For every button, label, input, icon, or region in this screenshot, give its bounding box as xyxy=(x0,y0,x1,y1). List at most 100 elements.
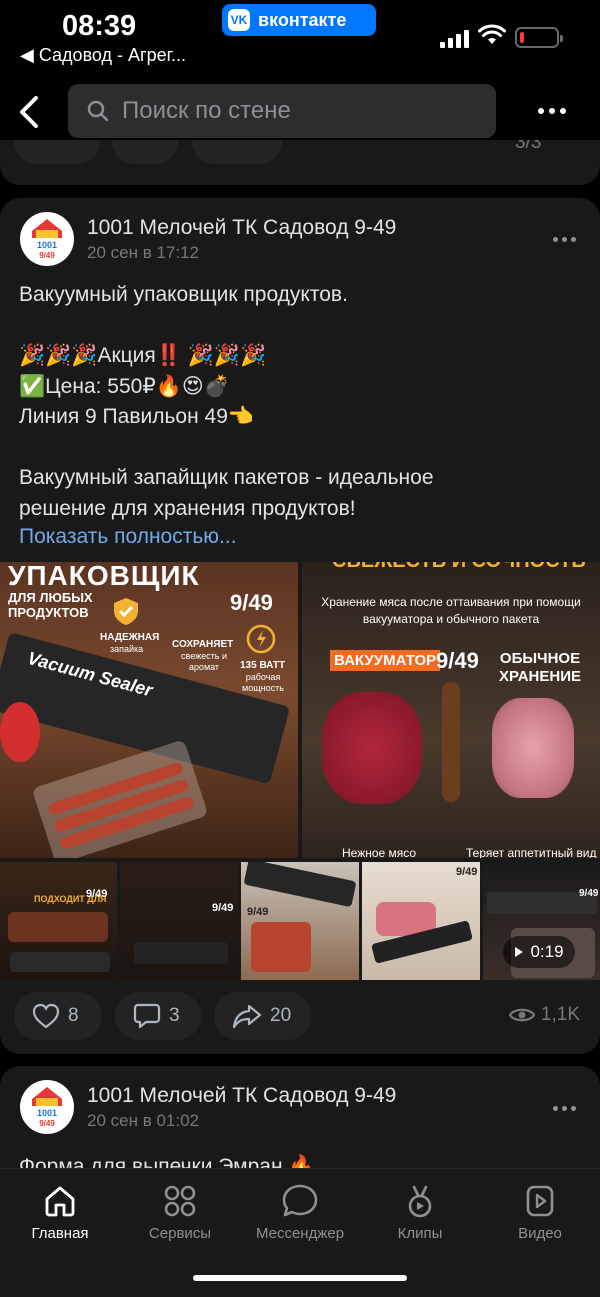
device-brand: Vacuum Sealer xyxy=(25,647,155,701)
wall-post: 1001 9/49 1001 Мелочей ТК Садовод 9-49 2… xyxy=(0,198,600,1054)
post-date[interactable]: 20 сен в 17:12 xyxy=(87,243,199,263)
tab-messenger-label: Мессенджер xyxy=(255,1225,345,1242)
video-duration-badge: 0:19 xyxy=(503,936,575,968)
home-icon xyxy=(45,1186,75,1217)
thumb-badge: 9/49 xyxy=(456,866,478,878)
tab-video[interactable]: Видео xyxy=(485,1183,595,1242)
show-more-link[interactable]: Показать полностью... xyxy=(19,525,237,549)
tab-home-label: Главная xyxy=(31,1225,89,1242)
home-indicator[interactable] xyxy=(193,1275,407,1281)
post-menu-icon[interactable] xyxy=(553,237,576,242)
avatar[interactable]: 1001 9/49 xyxy=(20,1080,74,1134)
avatar[interactable]: 1001 9/49 xyxy=(20,212,74,266)
photo-badge: 9/49 xyxy=(436,648,479,673)
comment-icon xyxy=(133,1003,161,1029)
video-duration: 0:19 xyxy=(530,942,564,961)
play-icon xyxy=(515,947,524,957)
post-author[interactable]: 1001 Мелочей ТК Садовод 9-49 xyxy=(87,1084,396,1108)
comments-count: 3 xyxy=(169,1005,180,1026)
post-author[interactable]: 1001 Мелочей ТК Садовод 9-49 xyxy=(87,216,396,240)
thumb-badge: 9/49 xyxy=(212,902,234,914)
tab-messenger[interactable]: Мессенджер xyxy=(245,1183,355,1242)
status-time: 08:39 xyxy=(62,10,137,42)
views-counter: 1,1K xyxy=(508,1004,580,1026)
regular-storage-label: ОБЫЧНОЕ ХРАНЕНИЕ xyxy=(499,650,581,685)
thumb-badge: 9/49 xyxy=(86,888,108,900)
reposts-count: 20 xyxy=(270,1005,292,1026)
video-icon xyxy=(526,1185,554,1217)
store-logo-icon: 1001 9/49 xyxy=(32,1087,62,1128)
vacuum-label: ВАКУУМАТОР xyxy=(330,650,441,671)
gallery-thumbnail[interactable]: 9/49 xyxy=(362,862,480,980)
meat-regular xyxy=(492,698,574,798)
gallery-thumbnail[interactable]: 9/49 xyxy=(241,862,359,980)
gallery-photo[interactable]: УПАКОВЩИК ДЛЯ ЛЮБЫХ ПРОДУКТОВ 9/49 НАДЕЖ… xyxy=(0,562,298,858)
shield-icon xyxy=(114,598,138,625)
gallery-thumbnail[interactable]: ПОДХОДИТ ДЛЯ 9/49 xyxy=(0,862,117,980)
vk-app-badge-label: вконтакте xyxy=(258,9,347,30)
repost-button[interactable]: 20 xyxy=(214,992,312,1040)
like-button[interactable]: 8 xyxy=(14,992,102,1040)
thumb-badge: 9/49 xyxy=(579,888,599,899)
comment-button[interactable] xyxy=(112,140,178,164)
feature-2: СОХРАНЯЕТ xyxy=(172,639,234,650)
feature-3-sub: рабочая мощность xyxy=(242,672,284,693)
tab-clips[interactable]: Клипы xyxy=(365,1183,475,1242)
feature-1-sub: запайка xyxy=(110,644,144,654)
tab-services[interactable]: Сервисы xyxy=(125,1183,235,1242)
feature-3: 135 ВАТТ xyxy=(240,660,286,671)
tab-services-label: Сервисы xyxy=(148,1225,212,1242)
more-options-icon[interactable] xyxy=(538,108,566,114)
post-actions: 8 3 20 1,1K xyxy=(0,992,600,1042)
tomato-shape xyxy=(0,702,40,762)
vk-logo-icon: VK xyxy=(228,9,250,31)
tab-clips-label: Клипы xyxy=(397,1225,443,1242)
heart-icon xyxy=(32,1003,60,1029)
back-arrow-icon[interactable] xyxy=(16,92,46,132)
search-icon xyxy=(87,100,109,122)
tab-video-label: Видео xyxy=(518,1225,562,1242)
cellular-signal-icon xyxy=(440,30,469,48)
photo-subtitle: ДЛЯ ЛЮБЫХ ПРОДУКТОВ xyxy=(8,590,93,620)
svg-text:9/49: 9/49 xyxy=(39,1119,55,1128)
wifi-icon xyxy=(478,24,506,44)
photo-caption: Хранение мяса после оттаивания при помощ… xyxy=(321,595,581,626)
svg-text:1001: 1001 xyxy=(37,1108,57,1118)
svg-text:9/49: 9/49 xyxy=(39,251,55,260)
clips-icon xyxy=(408,1185,432,1218)
photo-gallery: УПАКОВЩИК ДЛЯ ЛЮБЫХ ПРОДУКТОВ 9/49 НАДЕЖ… xyxy=(0,562,600,980)
thumb-badge: 9/49 xyxy=(247,906,269,918)
tab-home[interactable]: Главная xyxy=(5,1183,115,1242)
like-button[interactable] xyxy=(14,140,100,164)
store-logo-icon: 1001 9/49 xyxy=(32,219,62,260)
eye-icon xyxy=(508,1008,535,1022)
battery-icon xyxy=(515,27,563,48)
vk-app-badge[interactable]: VK вконтакте xyxy=(222,4,376,36)
photo-title: УПАКОВЩИК xyxy=(8,562,200,591)
gallery-photo[interactable]: СВЕЖЕСТЬ И СОЧНОСТЬ Хранение мяса после … xyxy=(302,562,600,858)
photo-badge: 9/49 xyxy=(230,590,273,615)
views-count: 1,1K xyxy=(540,1004,580,1025)
gallery-thumbnail[interactable]: 9/49 xyxy=(120,862,238,980)
services-grid-icon xyxy=(164,1185,196,1217)
likes-count: 8 xyxy=(68,1005,79,1026)
status-bar: 08:39 VK вконтакте ◀ Садовод - Агрег... xyxy=(0,0,600,72)
post-menu-icon[interactable] xyxy=(553,1106,576,1111)
power-icon xyxy=(246,624,276,654)
feature-1: НАДЕЖНАЯ xyxy=(100,632,160,643)
search-input[interactable] xyxy=(122,97,482,125)
meat-vacuum xyxy=(322,692,422,804)
photo-title: СВЕЖЕСТЬ И СОЧНОСТЬ xyxy=(332,562,586,573)
share-arrow-icon xyxy=(232,1004,262,1029)
spoon-shape xyxy=(442,682,460,802)
sausages-bag xyxy=(31,739,209,858)
back-to-app-link[interactable]: ◀ Садовод - Агрег... xyxy=(20,45,186,66)
repost-button[interactable] xyxy=(192,140,282,164)
video-thumbnail[interactable]: 9/49 0:19 xyxy=(483,862,600,980)
wall-search-field[interactable] xyxy=(68,84,496,138)
feature-2-sub: свежесть и аромат xyxy=(181,651,227,672)
post-date[interactable]: 20 сен в 01:02 xyxy=(87,1111,199,1131)
message-bubble-icon xyxy=(282,1184,318,1217)
svg-text:1001: 1001 xyxy=(37,240,57,250)
comment-button[interactable]: 3 xyxy=(115,992,201,1040)
